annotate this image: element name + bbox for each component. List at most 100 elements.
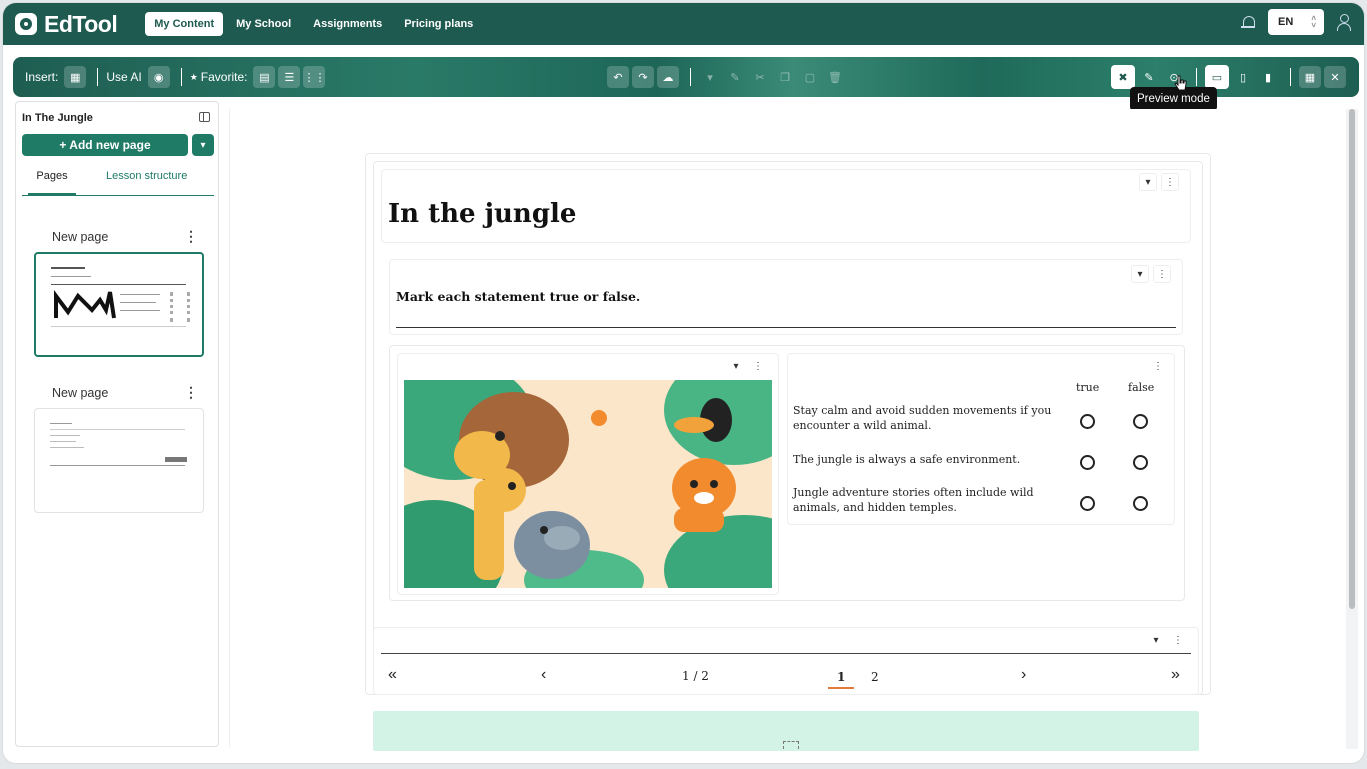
scrollbar[interactable]: [1346, 109, 1358, 749]
statement-2-false-radio[interactable]: [1133, 455, 1148, 470]
sidebar-tabs: Pages Lesson structure: [22, 164, 214, 196]
tab-pages[interactable]: Pages: [28, 164, 76, 195]
more-icon[interactable]: ⋮: [749, 357, 767, 375]
pencil-icon[interactable]: ✎: [1138, 66, 1160, 88]
current-page-indicator: [828, 687, 854, 689]
collapse-sidebar-icon[interactable]: [199, 112, 210, 122]
pager-block[interactable]: [373, 627, 1199, 695]
first-page-icon[interactable]: «: [388, 666, 397, 684]
divider: [1290, 68, 1291, 86]
prev-page-icon[interactable]: ‹: [541, 666, 546, 684]
columns-block-icon[interactable]: ⋮⋮: [303, 66, 326, 88]
paste-icon[interactable]: ▢: [799, 66, 821, 88]
last-page-icon[interactable]: »: [1171, 666, 1180, 684]
paint-format-icon[interactable]: ▾: [1147, 631, 1165, 649]
tools-icon[interactable]: ✖: [1111, 65, 1135, 89]
favorite-label: Favorite:: [200, 70, 248, 84]
thumb-line: [50, 435, 80, 436]
page-title: In the jungle: [388, 199, 577, 229]
layout-icon[interactable]: ▦: [1299, 66, 1321, 88]
statement-1-true-radio[interactable]: [1080, 414, 1095, 429]
header-right: EN ˄ ˅: [1240, 9, 1352, 35]
tablet-view-icon[interactable]: ▯: [1232, 66, 1254, 88]
page-1-thumbnail[interactable]: [34, 252, 204, 357]
more-icon[interactable]: ⋮: [1161, 173, 1179, 191]
pager-rule: [381, 653, 1191, 654]
false-column-header: false: [1128, 381, 1155, 394]
thumb-line: [50, 441, 76, 442]
pager-block-actions: ▾ ⋮: [1147, 631, 1187, 649]
cloud-save-icon[interactable]: ☁: [657, 66, 679, 88]
redo-icon[interactable]: ↷: [632, 66, 654, 88]
image-block-actions: ▾ ⋮: [727, 357, 767, 375]
thumb-line: [120, 310, 160, 311]
thumb-line: [50, 423, 72, 424]
page-1-link[interactable]: 1: [837, 670, 845, 684]
page-2-title[interactable]: New page: [52, 386, 108, 400]
top-navbar: EdTool My Content My School Assignments …: [3, 3, 1364, 45]
thumb-line: [51, 326, 186, 327]
statement-3-true-radio[interactable]: [1080, 496, 1095, 511]
scrollbar-thumb[interactable]: [1349, 109, 1355, 609]
lesson-title: In The Jungle: [22, 112, 93, 124]
bell-icon[interactable]: [1240, 14, 1256, 30]
page-1-more-icon[interactable]: ⋮: [184, 228, 198, 245]
close-icon[interactable]: ✕: [1324, 66, 1346, 88]
edit-actions: ↶ ↷ ☁ ▾ ✎ ✂ ❐ ▢ 🗑: [607, 66, 849, 88]
tab-lesson-structure[interactable]: Lesson structure: [94, 164, 199, 195]
jungle-illustration: [404, 380, 772, 588]
nav-my-school[interactable]: My School: [227, 12, 300, 36]
nav-my-content[interactable]: My Content: [145, 12, 224, 36]
paint-format-icon[interactable]: ▾: [699, 66, 721, 88]
next-page-icon[interactable]: ›: [1021, 666, 1026, 684]
ai-icon[interactable]: ◉: [147, 66, 170, 88]
page-2-thumbnail[interactable]: [34, 408, 204, 513]
nav-pricing-plans[interactable]: Pricing plans: [395, 12, 482, 36]
page-1-title[interactable]: New page: [52, 230, 108, 244]
page-2-more-icon[interactable]: ⋮: [184, 384, 198, 401]
insert-block-icon[interactable]: ▦: [64, 66, 87, 88]
thumb-line: [50, 429, 185, 430]
page-2-link[interactable]: 2: [871, 670, 879, 684]
thumb-line: [50, 465, 185, 466]
nav-assignments[interactable]: Assignments: [304, 12, 391, 36]
thumb-line: [120, 294, 160, 295]
user-icon[interactable]: [1336, 13, 1352, 31]
text-block-icon[interactable]: ▤: [253, 66, 276, 88]
divider: [97, 68, 99, 86]
thumb-line: [51, 284, 186, 285]
desktop-view-icon[interactable]: ▭: [1205, 65, 1229, 89]
statement-1-false-radio[interactable]: [1133, 414, 1148, 429]
thumb-line: [120, 302, 156, 303]
mobile-view-icon[interactable]: ▮: [1257, 66, 1279, 88]
copy-icon[interactable]: ❐: [774, 66, 796, 88]
more-icon[interactable]: ⋮: [1153, 265, 1171, 283]
thumb-image: [54, 290, 116, 319]
divider: [690, 68, 691, 86]
cut-icon[interactable]: ✂: [749, 66, 771, 88]
list-block-icon[interactable]: ☰: [278, 66, 301, 88]
more-icon[interactable]: ⋮: [1169, 631, 1187, 649]
thumb-radios: [170, 292, 190, 322]
main-nav: My Content My School Assignments Pricing…: [145, 12, 482, 36]
use-ai-label[interactable]: Use AI: [106, 70, 141, 84]
drop-zone-icon: [783, 741, 799, 749]
logo[interactable]: EdTool: [15, 11, 118, 38]
trash-icon[interactable]: 🗑: [824, 66, 846, 88]
thumb-pager: [165, 457, 187, 462]
statement-3: Jungle adventure stories often include w…: [793, 486, 1034, 514]
star-icon: ★: [189, 71, 198, 82]
undo-icon[interactable]: ↶: [607, 66, 629, 88]
paint-format-icon[interactable]: ▾: [1139, 173, 1157, 191]
language-select[interactable]: EN ˄ ˅: [1268, 9, 1324, 35]
more-icon[interactable]: ⋮: [1149, 357, 1167, 375]
paint-format-icon[interactable]: ▾: [727, 357, 745, 375]
hand-cursor-icon: [1174, 75, 1187, 91]
page-position: 1 / 2: [682, 669, 709, 683]
add-new-page-button[interactable]: + Add new page: [22, 134, 188, 156]
edit-icon[interactable]: ✎: [724, 66, 746, 88]
statement-2-true-radio[interactable]: [1080, 455, 1095, 470]
statement-3-false-radio[interactable]: [1133, 496, 1148, 511]
paint-format-icon[interactable]: ▾: [1131, 265, 1149, 283]
chevron-down-icon[interactable]: ▾: [192, 134, 214, 156]
